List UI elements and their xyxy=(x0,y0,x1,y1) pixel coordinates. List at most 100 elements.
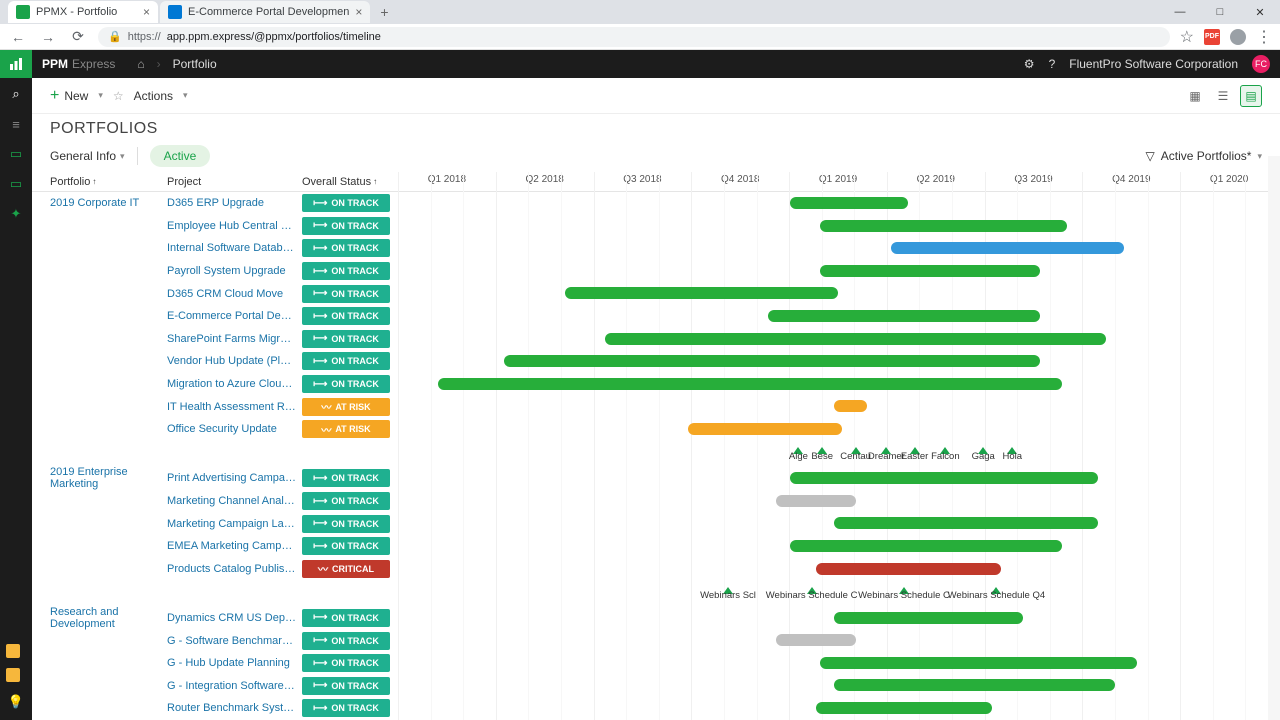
timeline-bar[interactable] xyxy=(834,517,1098,529)
status-badge[interactable]: ⟼ON TRACK xyxy=(302,352,390,370)
forward-button[interactable]: → xyxy=(38,29,58,45)
timeline-bar[interactable] xyxy=(834,679,1116,691)
project-row[interactable]: G - Integration Software De...⟼ON TRACK xyxy=(32,674,1280,697)
timeline-bar[interactable] xyxy=(834,400,867,412)
browser-tab-1[interactable]: PPMX - Portfolio × xyxy=(8,1,158,23)
project-cell[interactable]: Print Advertising Campaign ... xyxy=(167,472,302,484)
actions-button[interactable]: Actions xyxy=(134,89,173,103)
project-row[interactable]: Marketing Campaign Launch⟼ON TRACK xyxy=(32,512,1280,535)
project-cell[interactable]: E-Commerce Portal Develop... xyxy=(167,310,302,322)
timeline-bar[interactable] xyxy=(776,495,855,507)
project-row[interactable]: 2019 Enterprise MarketingPrint Advertisi… xyxy=(32,467,1280,490)
project-cell[interactable]: Office Security Update xyxy=(167,423,302,435)
status-badge[interactable]: ⟼ON TRACK xyxy=(302,239,390,257)
project-row[interactable]: G - Hub Update Planning⟼ON TRACK xyxy=(32,652,1280,675)
help-icon[interactable]: ? xyxy=(1049,57,1056,71)
timeline-bar[interactable] xyxy=(790,540,1063,552)
project-row[interactable]: 2019 Corporate ITD365 ERP Upgrade⟼ON TRA… xyxy=(32,192,1280,215)
project-row[interactable]: D365 CRM Cloud Move⟼ON TRACK xyxy=(32,282,1280,305)
project-cell[interactable]: Employee Hub Central Upgr... xyxy=(167,220,302,232)
status-badge[interactable]: ⟼ON TRACK xyxy=(302,492,390,510)
status-badge[interactable]: ⟼ON TRACK xyxy=(302,375,390,393)
status-badge[interactable]: ⟼ON TRACK xyxy=(302,609,390,627)
timeline-bar[interactable] xyxy=(438,378,1063,390)
star-button-icon[interactable]: ☆ xyxy=(113,89,124,103)
view-timeline-button[interactable]: ▤ xyxy=(1240,85,1262,107)
project-cell[interactable]: G - Software Benchmarking ... xyxy=(167,635,302,647)
app-logo[interactable] xyxy=(0,50,32,78)
project-row[interactable]: Payroll System Upgrade⟼ON TRACK xyxy=(32,260,1280,283)
reload-button[interactable]: ⟳ xyxy=(68,28,88,45)
view-list-button[interactable]: ☰ xyxy=(1212,85,1234,107)
project-row[interactable]: Research and DevelopmentDynamics CRM US … xyxy=(32,607,1280,630)
menu-icon[interactable]: ≡ xyxy=(6,114,26,134)
project-cell[interactable]: Marketing Channel Analysis xyxy=(167,495,302,507)
portfolio-cell[interactable]: 2019 Enterprise Marketing xyxy=(32,466,167,490)
project-row[interactable]: IT Health Assessment Repor...〰AT RISK xyxy=(32,395,1280,418)
star-icon[interactable]: ☆ xyxy=(1180,27,1194,47)
project-cell[interactable]: G - Integration Software De... xyxy=(167,680,302,692)
timeline-bar[interactable] xyxy=(768,310,1041,322)
project-cell[interactable]: D365 CRM Cloud Move xyxy=(167,288,302,300)
win-minimize[interactable]: — xyxy=(1160,0,1200,24)
project-cell[interactable]: Products Catalog Publishing xyxy=(167,563,302,575)
view-cards-button[interactable]: ▦ xyxy=(1184,85,1206,107)
status-badge[interactable]: ⟼ON TRACK xyxy=(302,677,390,695)
project-cell[interactable]: D365 ERP Upgrade xyxy=(167,197,302,209)
hdr-project[interactable]: Project xyxy=(167,172,302,191)
project-cell[interactable]: Vendor Hub Update (Planni... xyxy=(167,355,302,367)
new-tab-button[interactable]: + xyxy=(372,2,396,22)
browser-menu-icon[interactable]: ⋮ xyxy=(1256,27,1272,47)
resource-icon[interactable]: ✦ xyxy=(6,204,26,224)
project-cell[interactable]: SharePoint Farms Migration ... xyxy=(167,333,302,345)
timeline-bar[interactable] xyxy=(688,423,842,435)
timeline-bar[interactable] xyxy=(891,242,1124,254)
timeline-bar[interactable] xyxy=(816,563,1001,575)
project-row[interactable]: E-Commerce Portal Develop...⟼ON TRACK xyxy=(32,305,1280,328)
timeline-bar[interactable] xyxy=(816,702,992,714)
tab-close-2[interactable]: × xyxy=(355,5,362,19)
address-bar[interactable]: 🔒 https://app.ppm.express/@ppmx/portfoli… xyxy=(98,27,1170,47)
profile-avatar[interactable] xyxy=(1230,29,1246,45)
project-cell[interactable]: Router Benchmark System U... xyxy=(167,702,302,714)
status-badge[interactable]: ⟼ON TRACK xyxy=(302,699,390,717)
tab-close-1[interactable]: × xyxy=(143,5,150,19)
project-row[interactable]: Vendor Hub Update (Planni...⟼ON TRACK xyxy=(32,350,1280,373)
status-badge[interactable]: ⟼ON TRACK xyxy=(302,217,390,235)
project-cell[interactable]: G - Hub Update Planning xyxy=(167,657,302,669)
project-icon[interactable]: ▭ xyxy=(6,174,26,194)
filter-dropdown[interactable]: ▽ Active Portfolios* ▾ xyxy=(1146,149,1262,163)
status-badge[interactable]: ⟼ON TRACK xyxy=(302,632,390,650)
browser-tab-2[interactable]: E-Commerce Portal Developmen × xyxy=(160,1,370,23)
user-avatar[interactable]: FC xyxy=(1252,55,1270,73)
portfolio-cell[interactable]: Research and Development xyxy=(32,606,167,630)
timeline-bar[interactable] xyxy=(790,472,1098,484)
project-row[interactable]: EMEA Marketing Campaign ...⟼ON TRACK xyxy=(32,535,1280,558)
active-pill[interactable]: Active xyxy=(150,145,211,167)
project-row[interactable]: Employee Hub Central Upgr...⟼ON TRACK xyxy=(32,215,1280,238)
timeline-bar[interactable] xyxy=(776,634,855,646)
app-icon-1[interactable] xyxy=(6,644,20,658)
project-cell[interactable]: Payroll System Upgrade xyxy=(167,265,302,277)
app-icon-2[interactable] xyxy=(6,668,20,682)
project-cell[interactable]: Internal Software Database ... xyxy=(167,242,302,254)
status-badge[interactable]: 〰AT RISK xyxy=(302,420,390,438)
project-cell[interactable]: IT Health Assessment Repor... xyxy=(167,401,302,413)
project-cell[interactable]: Marketing Campaign Launch xyxy=(167,518,302,530)
status-badge[interactable]: ⟼ON TRACK xyxy=(302,285,390,303)
project-cell[interactable]: Dynamics CRM US Deploym... xyxy=(167,612,302,624)
timeline-bar[interactable] xyxy=(605,333,1107,345)
status-badge[interactable]: ⟼ON TRACK xyxy=(302,515,390,533)
timeline-bar[interactable] xyxy=(820,657,1137,669)
timeline-bar[interactable] xyxy=(820,220,1066,232)
project-row[interactable]: G - Software Benchmarking ...⟼ON TRACK xyxy=(32,629,1280,652)
new-caret[interactable]: ▾ xyxy=(98,90,103,101)
gear-icon[interactable]: ⚙ xyxy=(1024,57,1035,71)
pdf-extension-icon[interactable]: PDF xyxy=(1204,29,1220,45)
status-badge[interactable]: ⟼ON TRACK xyxy=(302,654,390,672)
status-badge[interactable]: ⟼ON TRACK xyxy=(302,194,390,212)
hdr-status[interactable]: Overall Status↑ xyxy=(302,172,398,191)
new-button[interactable]: + New xyxy=(50,87,88,105)
project-row[interactable]: SharePoint Farms Migration ...⟼ON TRACK xyxy=(32,328,1280,351)
search-icon[interactable]: ⌕ xyxy=(6,84,26,104)
